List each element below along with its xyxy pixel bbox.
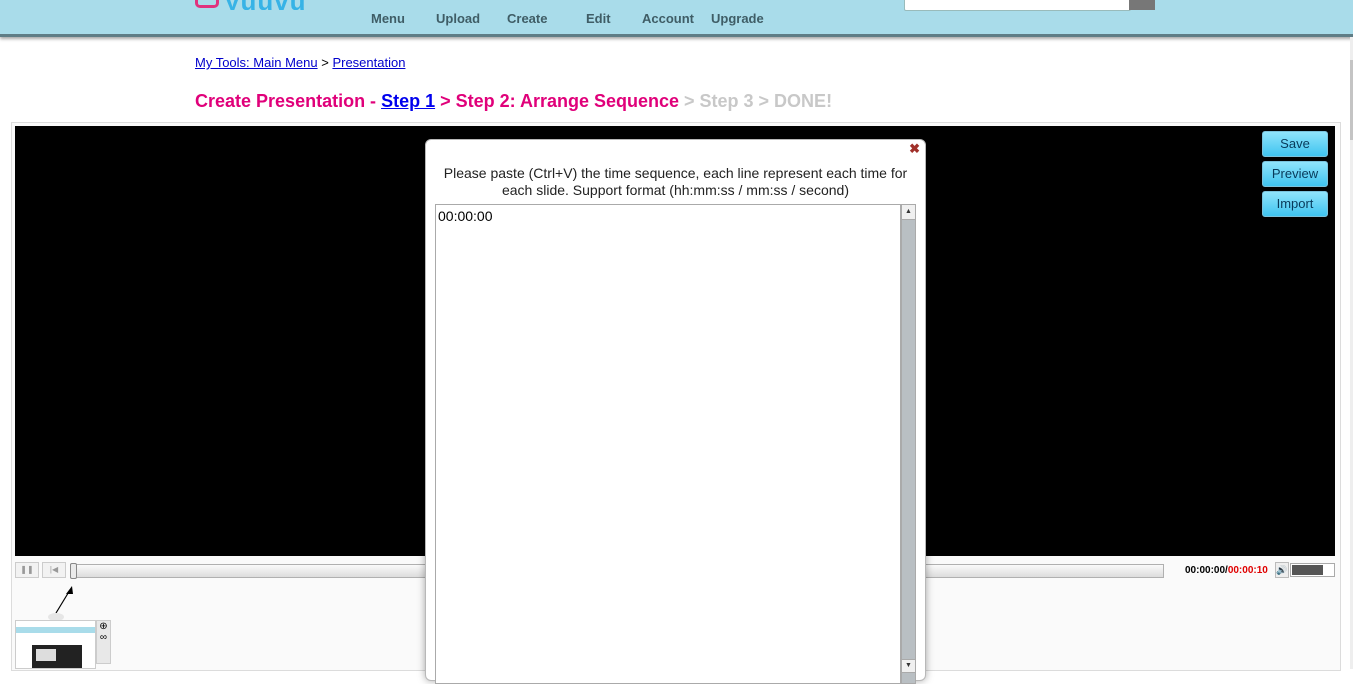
- breadcrumb: My Tools: Main Menu > Presentation: [195, 55, 405, 70]
- close-icon[interactable]: ✖: [909, 141, 920, 157]
- volume-fill: [1292, 565, 1323, 575]
- preview-button[interactable]: Preview: [1262, 161, 1328, 187]
- top-header: yuuvu Menu Upload Create Edit Account Up…: [0, 0, 1353, 37]
- nav-edit[interactable]: Edit: [586, 11, 611, 26]
- import-sequence-dialog: ✖ Please paste (Ctrl+V) the time sequenc…: [425, 139, 926, 684]
- zoom-icon[interactable]: ⊕: [97, 621, 110, 632]
- scroll-down-icon[interactable]: ▼: [901, 659, 916, 673]
- current-time: 00:00:00: [1185, 565, 1226, 576]
- nav-account[interactable]: Account: [642, 11, 694, 26]
- breadcrumb-main-menu-link[interactable]: My Tools: Main Menu: [195, 55, 318, 70]
- link-icon[interactable]: ∞: [97, 632, 110, 643]
- textarea-scrollbar[interactable]: ▲: [901, 204, 916, 684]
- slide-thumbnail[interactable]: [15, 620, 96, 669]
- skip-back-icon[interactable]: |◀: [42, 562, 66, 578]
- thumb-image-inner: [36, 649, 56, 661]
- logo-mark-icon: [195, 0, 219, 8]
- volume-icon[interactable]: 🔊: [1275, 562, 1289, 578]
- nav-menu[interactable]: Menu: [371, 11, 405, 26]
- pause-icon[interactable]: ❚❚: [15, 562, 39, 578]
- slide-thumbnail-strip: ⊕ ∞: [15, 620, 111, 669]
- search-input[interactable]: [904, 0, 1131, 11]
- site-logo[interactable]: yuuvu: [195, 0, 307, 10]
- save-button[interactable]: Save: [1262, 131, 1328, 157]
- page-title: Create Presentation - Step 1 > Step 2: A…: [195, 91, 832, 112]
- scroll-up-icon[interactable]: ▲: [902, 205, 915, 220]
- time-sequence-textarea[interactable]: 00:00:00: [435, 204, 901, 684]
- dialog-message: Please paste (Ctrl+V) the time sequence,…: [443, 165, 908, 198]
- volume-slider[interactable]: [1290, 563, 1335, 577]
- breadcrumb-presentation-link[interactable]: Presentation: [332, 55, 405, 70]
- title-prefix: Create Presentation -: [195, 91, 382, 111]
- search-button[interactable]: [1129, 0, 1155, 10]
- thumb-header-bar: [16, 627, 95, 633]
- title-current-step: > Step 2: Arrange Sequence: [435, 91, 680, 111]
- seek-handle[interactable]: [70, 563, 77, 579]
- step1-link[interactable]: Step 1: [381, 91, 435, 111]
- total-time: 00:00:10: [1227, 565, 1268, 576]
- nav-upload[interactable]: Upload: [436, 11, 480, 26]
- logo-text: yuuvu: [225, 0, 307, 10]
- breadcrumb-separator: >: [321, 55, 329, 70]
- time-display: 00:00:00/00:00:10: [1185, 565, 1268, 576]
- import-button[interactable]: Import: [1262, 191, 1328, 217]
- title-remaining-steps: > Step 3 > DONE!: [679, 91, 833, 111]
- nav-create[interactable]: Create: [507, 11, 547, 26]
- nav-upgrade[interactable]: Upgrade: [711, 11, 764, 26]
- thumbnail-tools: ⊕ ∞: [96, 620, 111, 664]
